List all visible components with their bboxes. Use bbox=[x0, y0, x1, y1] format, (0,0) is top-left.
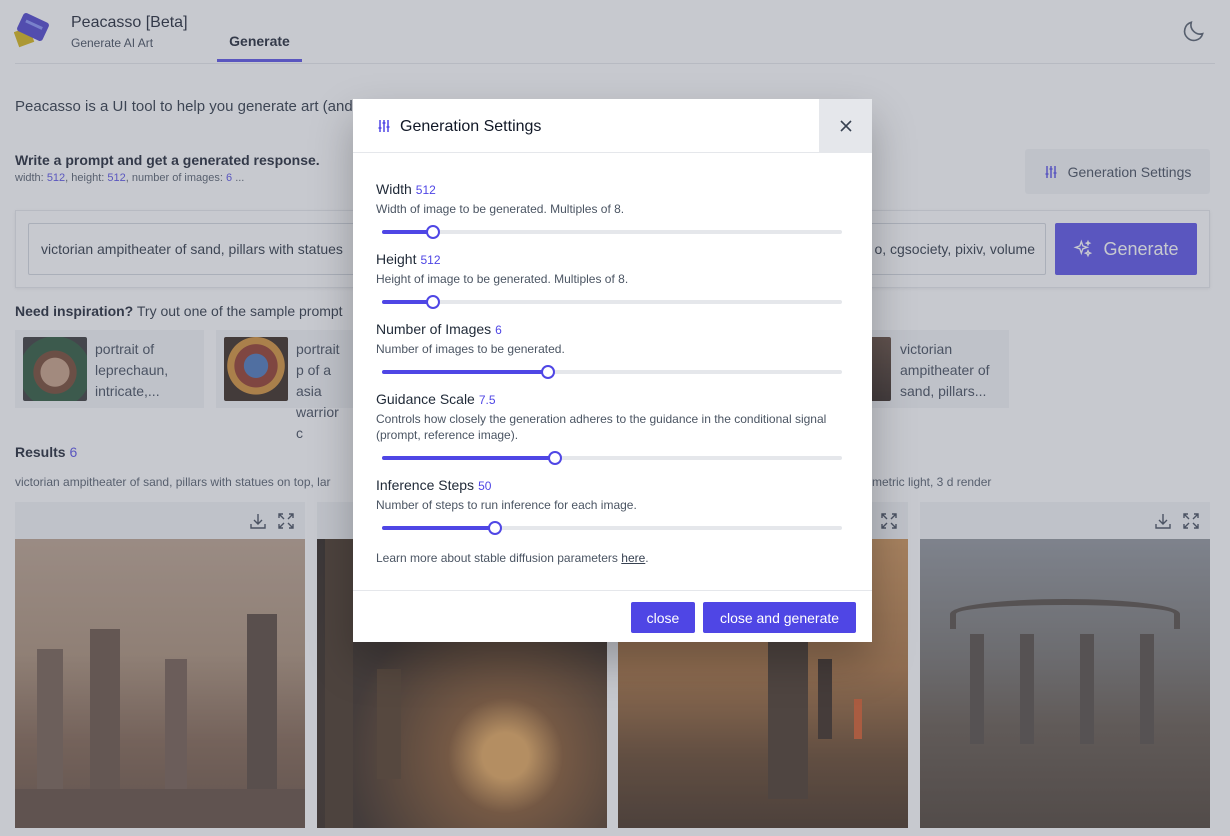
close-button[interactable]: close bbox=[631, 602, 695, 633]
param-description: Height of image to be generated. Multipl… bbox=[376, 272, 629, 286]
param-label: Inference Steps bbox=[376, 477, 475, 493]
param-guidance-scale: Guidance Scale 7.5 Controls how closely t… bbox=[376, 391, 851, 443]
modal-header: Generation Settings bbox=[353, 99, 872, 153]
param-value: 50 bbox=[478, 479, 492, 493]
param-description: Width of image to be generated. Multiple… bbox=[376, 202, 625, 216]
param-value: 7.5 bbox=[478, 393, 496, 407]
generation-settings-modal: Generation Settings Width 512 Width of im… bbox=[353, 99, 872, 642]
param-description: Controls how closely the generation adhe… bbox=[376, 412, 827, 442]
close-icon bbox=[839, 120, 852, 132]
slider-thumb[interactable] bbox=[487, 521, 502, 535]
slider-thumb[interactable] bbox=[540, 365, 555, 379]
param-inference-steps: Inference Steps 50 Number of steps to run… bbox=[376, 477, 851, 513]
guidance-scale-slider[interactable] bbox=[382, 451, 842, 465]
slider-thumb[interactable] bbox=[547, 451, 562, 465]
param-label: Height bbox=[376, 251, 417, 267]
param-label: Number of Images bbox=[376, 321, 492, 337]
param-description: Number of steps to run inference for eac… bbox=[376, 498, 637, 512]
learn-more-text: Learn more about stable diffusion parame… bbox=[376, 551, 649, 565]
param-value: 512 bbox=[415, 183, 436, 197]
slider-thumb[interactable] bbox=[425, 225, 440, 239]
slider-thumb[interactable] bbox=[425, 295, 440, 309]
param-label: Width bbox=[376, 181, 412, 197]
sliders-icon bbox=[378, 120, 390, 132]
param-value: 512 bbox=[420, 253, 441, 267]
close-and-generate-button[interactable]: close and generate bbox=[703, 602, 856, 633]
inference-steps-slider[interactable] bbox=[382, 521, 842, 535]
param-num-images: Number of Images 6 Number of images to be… bbox=[376, 321, 851, 357]
modal-footer: close close and generate bbox=[353, 590, 872, 642]
param-width: Width 512 Width of image to be generated.… bbox=[376, 181, 851, 217]
param-height: Height 512 Height of image to be generate… bbox=[376, 251, 851, 287]
close-modal-button[interactable] bbox=[819, 99, 872, 153]
param-description: Number of images to be generated. bbox=[376, 342, 565, 356]
learn-more-link[interactable]: here bbox=[621, 551, 645, 565]
num-images-slider[interactable] bbox=[382, 365, 842, 379]
modal-title: Generation Settings bbox=[400, 118, 542, 135]
param-value: 6 bbox=[495, 323, 502, 337]
width-slider[interactable] bbox=[382, 225, 842, 239]
height-slider[interactable] bbox=[382, 295, 842, 309]
param-label: Guidance Scale bbox=[376, 391, 475, 407]
